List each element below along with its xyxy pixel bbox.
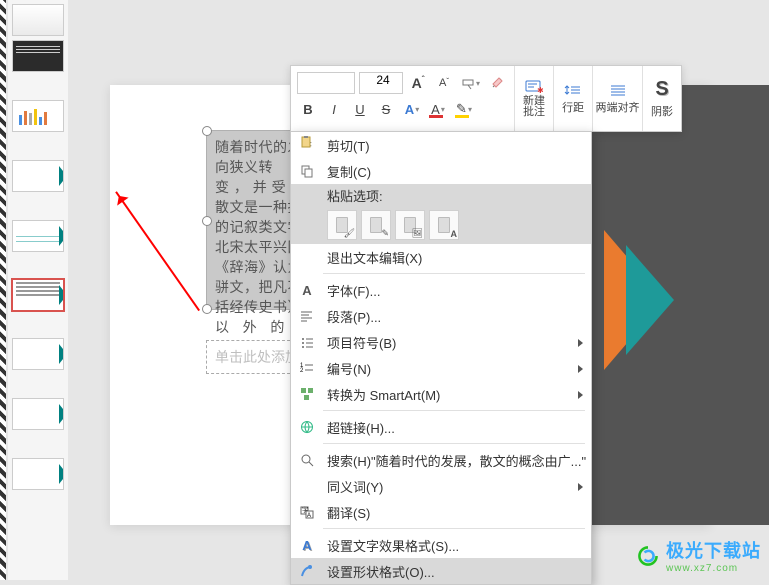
menu-font[interactable]: A 字体(F)... xyxy=(291,277,591,303)
smartart-icon xyxy=(299,386,315,402)
text-effects-icon: A xyxy=(299,537,315,553)
slide-thumbnail[interactable] xyxy=(12,220,64,252)
font-color-button[interactable]: A▾ xyxy=(427,99,449,119)
highlight-button[interactable]: ✎▾ xyxy=(453,99,475,119)
resize-handle[interactable] xyxy=(202,126,212,136)
paste-picture-button[interactable]: 🖼 xyxy=(395,210,425,240)
slide-thumbnail[interactable] xyxy=(12,398,64,430)
paste-keep-source-button[interactable]: 🖌 xyxy=(327,210,357,240)
font-size-select[interactable]: 24 xyxy=(359,72,403,94)
shadow-button[interactable]: S 阴影 xyxy=(643,66,681,131)
svg-text:A: A xyxy=(307,513,311,519)
font-icon: A xyxy=(299,282,315,298)
menu-separator xyxy=(323,273,585,274)
menu-exit-text-edit[interactable]: 退出文本编辑(X) xyxy=(291,244,591,270)
menu-convert-smartart[interactable]: 转换为 SmartArt(M) xyxy=(291,381,591,407)
menu-separator xyxy=(323,410,585,411)
decrease-font-button[interactable]: Aˇ xyxy=(433,73,455,93)
new-comment-button[interactable]: ✱ 新建 批注 xyxy=(515,66,554,131)
menu-separator xyxy=(323,443,585,444)
paste-merge-format-button[interactable]: ✎ xyxy=(361,210,391,240)
search-icon xyxy=(299,452,315,468)
slide-thumbnail-panel xyxy=(8,0,68,580)
bold-button[interactable]: B xyxy=(297,99,319,119)
paragraph-icon xyxy=(299,308,315,324)
italic-button[interactable]: I xyxy=(323,99,345,119)
context-menu: ✂ 剪切(T) 复制(C) 粘贴选项: 🖌 ✎ 🖼 A 退出文本编辑(X) A … xyxy=(290,131,592,585)
slide-thumbnail[interactable] xyxy=(12,4,64,36)
slide-thumbnail[interactable] xyxy=(12,100,64,132)
submenu-arrow-icon xyxy=(578,365,583,373)
increase-font-button[interactable]: Aˆ xyxy=(407,73,429,93)
slide-thumbnail[interactable] xyxy=(12,338,64,370)
menu-search[interactable]: 搜索(H)"随着时代的发展，散文的概念由广..." xyxy=(291,447,591,473)
shape-format-icon xyxy=(299,563,315,579)
menu-paragraph[interactable]: 段落(P)... xyxy=(291,303,591,329)
copy-icon xyxy=(299,163,315,179)
justify-button[interactable]: 两端对齐 xyxy=(593,66,643,131)
slide-thumbnail[interactable] xyxy=(12,160,64,192)
menu-text-effects[interactable]: A 设置文字效果格式(S)... xyxy=(291,532,591,558)
menu-paste-options-label: 粘贴选项: xyxy=(291,184,591,206)
menu-copy[interactable]: 复制(C) xyxy=(291,158,591,184)
svg-text:✱: ✱ xyxy=(537,86,543,94)
menu-bullets[interactable]: 项目符号(B) xyxy=(291,329,591,355)
line-spacing-button[interactable]: 行距 xyxy=(554,66,593,131)
watermark-icon xyxy=(636,544,660,568)
resize-handle[interactable] xyxy=(202,304,212,314)
text-effect-button[interactable]: A▾ xyxy=(401,99,423,119)
numbering-icon: 12 xyxy=(299,360,315,376)
slide-thumbnail-current[interactable] xyxy=(11,278,65,312)
strikethrough-button[interactable]: S xyxy=(375,99,397,119)
menu-synonym[interactable]: 同义词(Y) xyxy=(291,473,591,499)
mini-toolbar: 24 Aˆ Aˇ ▾ B I U S A▾ A▾ ✎▾ xyxy=(290,65,682,132)
left-edge-strip xyxy=(0,0,6,580)
slide-chevron-decoration xyxy=(626,245,674,355)
link-icon xyxy=(299,419,315,435)
watermark: 极光下载站 www.xz7.com xyxy=(636,537,761,574)
paste-options-row: 🖌 ✎ 🖼 A xyxy=(291,206,591,244)
translate-icon: 字A xyxy=(299,504,315,520)
menu-numbering[interactable]: 12 编号(N) xyxy=(291,355,591,381)
paste-icon xyxy=(299,135,313,152)
menu-shape-format[interactable]: 设置形状格式(O)... xyxy=(291,558,591,584)
submenu-arrow-icon xyxy=(578,391,583,399)
menu-hyperlink[interactable]: 超链接(H)... xyxy=(291,414,591,440)
menu-cut[interactable]: ✂ 剪切(T) xyxy=(291,132,591,158)
watermark-text: 极光下载站 www.xz7.com xyxy=(666,537,761,574)
clear-format-button[interactable] xyxy=(486,73,508,93)
resize-handle[interactable] xyxy=(202,216,212,226)
menu-separator xyxy=(323,528,585,529)
bullets-icon xyxy=(299,334,315,350)
format-painter-button[interactable]: ▾ xyxy=(459,73,482,93)
submenu-arrow-icon xyxy=(578,339,583,347)
font-family-select[interactable] xyxy=(297,72,355,94)
submenu-arrow-icon xyxy=(578,483,583,491)
underline-button[interactable]: U xyxy=(349,99,371,119)
slide-thumbnail[interactable] xyxy=(12,40,64,72)
svg-text:2: 2 xyxy=(300,368,304,374)
mini-toolbar-main: 24 Aˆ Aˇ ▾ B I U S A▾ A▾ ✎▾ xyxy=(291,66,515,131)
paste-text-only-button[interactable]: A xyxy=(429,210,459,240)
menu-translate[interactable]: 字A 翻译(S) xyxy=(291,499,591,525)
slide-thumbnail[interactable] xyxy=(12,458,64,490)
